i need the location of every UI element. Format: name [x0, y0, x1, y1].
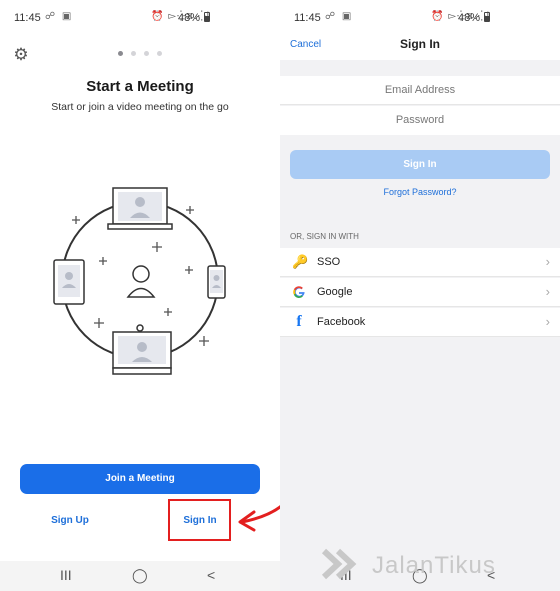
option-label: Google	[317, 286, 353, 298]
google-icon	[293, 286, 305, 299]
sso-option[interactable]: 🔑 SSO ›	[280, 248, 560, 277]
page-subtitle: Start or join a video meeting on the go	[51, 101, 229, 113]
sign-in-header: Cancel Sign In	[280, 34, 560, 60]
forgot-password-link[interactable]: Forgot Password?	[280, 187, 560, 197]
facebook-icon: f	[296, 313, 302, 330]
chevron-right-icon: ›	[545, 314, 550, 329]
recents-icon[interactable]: III	[60, 567, 72, 583]
page-title: Start a Meeting	[86, 78, 194, 95]
chevron-right-icon: ›	[545, 254, 550, 269]
section-label: OR, SIGN IN WITH	[290, 232, 359, 241]
page-dot-active	[118, 51, 123, 56]
option-label: SSO	[317, 256, 341, 268]
sign-in-button[interactable]: Sign In	[290, 150, 550, 179]
battery-percent: 48%	[457, 12, 480, 24]
zoom-sign-in-screen: 11:45 ☍ ▣ ⏰ ▻⁛⧖.⁛l 48% Cancel Sign In Em…	[280, 0, 560, 591]
home-icon[interactable]: ◯	[132, 567, 148, 584]
sign-up-link[interactable]: Sign Up	[40, 515, 100, 526]
option-label: Facebook	[317, 316, 366, 328]
notification-icons: ☍ ▣	[325, 11, 354, 22]
chevron-right-icon: ›	[545, 284, 550, 299]
google-option[interactable]: Google ›	[280, 278, 560, 307]
page-dot	[144, 51, 149, 56]
status-bar: 11:45 ☍ ▣ ⏰ ▻⁛⧖.⁛l 48%	[280, 0, 560, 34]
battery-icon	[204, 12, 210, 22]
laptop-icon	[107, 187, 173, 230]
status-bar: 11:45 ☍ ▣ ⏰ ▻⁛⧖.⁛l 48%	[0, 0, 280, 34]
battery-icon	[484, 12, 490, 22]
gear-icon[interactable]: ⚙	[12, 46, 30, 64]
facebook-option[interactable]: f Facebook ›	[280, 308, 560, 337]
tablet-icon	[53, 259, 85, 305]
key-icon: 🔑	[292, 254, 309, 269]
status-time: 11:45	[294, 12, 321, 24]
email-field[interactable]: Email Address	[280, 76, 560, 105]
person-icon	[126, 265, 156, 298]
status-time: 11:45	[14, 12, 41, 24]
page-dot	[131, 51, 136, 56]
page-title: Sign In	[400, 37, 440, 51]
android-nav-bar: III ◯ <	[0, 561, 280, 591]
watermark-logo-icon	[321, 548, 357, 580]
password-field[interactable]: Password	[280, 106, 560, 135]
page-indicator	[118, 51, 162, 56]
page-dot	[157, 51, 162, 56]
room-system-icon	[112, 324, 172, 375]
phone-icon	[207, 265, 226, 299]
join-meeting-button[interactable]: Join a Meeting	[20, 464, 260, 494]
sign-in-link[interactable]: Sign In	[170, 515, 230, 526]
watermark-text: JalanTikus	[372, 552, 496, 579]
back-icon[interactable]: <	[207, 567, 215, 583]
notification-icons: ☍ ▣	[45, 11, 74, 22]
battery-percent: 48%	[177, 12, 200, 24]
meeting-illustration	[53, 187, 226, 375]
